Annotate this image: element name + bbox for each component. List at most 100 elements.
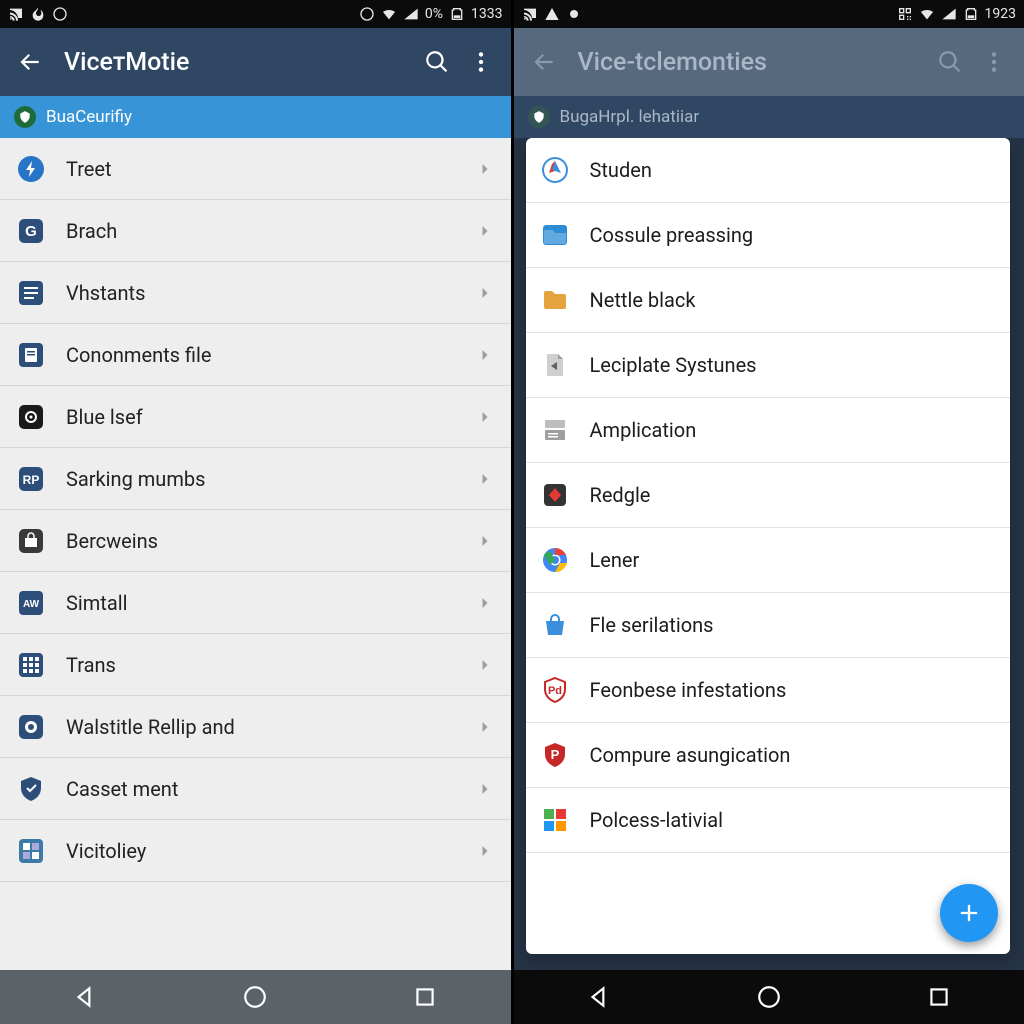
chevron-right-icon (475, 531, 495, 551)
signal-icon (941, 6, 957, 22)
item-label: Sarking mumbs (66, 467, 475, 491)
list-item[interactable]: Cossule preassing (526, 203, 1011, 268)
list-square-icon (16, 278, 46, 308)
battery-icon (449, 6, 465, 22)
list-item[interactable]: Leciplate Systunes (526, 333, 1011, 398)
chevron-right-icon (475, 779, 495, 799)
list-item[interactable]: Trans (0, 634, 511, 696)
item-label: Leciplate Systunes (590, 353, 993, 377)
section-label: BugaНrpl. lehatiiar (560, 107, 700, 127)
list-item[interactable]: Casset ment (0, 758, 511, 820)
cast-icon (8, 6, 24, 22)
nav-bar (514, 970, 1024, 1024)
bolt-circle-icon (16, 154, 46, 184)
compass-icon (540, 155, 570, 185)
list-item[interactable]: Vhstants (0, 262, 511, 324)
list-item[interactable]: Bercweins (0, 510, 511, 572)
section-header[interactable]: BuаCeurifiy (0, 96, 511, 138)
item-label: Feonbese infestations (590, 678, 993, 702)
app-title: Vice-tclemonties (578, 48, 929, 77)
chevron-right-icon (475, 159, 495, 179)
back-button[interactable] (8, 40, 52, 84)
list-item[interactable]: Amplication (526, 398, 1011, 463)
item-label: Redgle (590, 483, 993, 507)
circle-icon (52, 6, 68, 22)
blocks-icon (540, 805, 570, 835)
nav-recent[interactable] (395, 982, 455, 1012)
nav-bar (0, 970, 511, 1024)
list-item[interactable]: Brach (0, 200, 511, 262)
section-header: BugaНrpl. lehatiiar (514, 96, 1024, 138)
list-item[interactable]: Walstitle Rellip and (0, 696, 511, 758)
search-button[interactable] (415, 40, 459, 84)
item-label: Trans (66, 653, 475, 677)
square-g-icon (16, 216, 46, 246)
nav-recent[interactable] (909, 982, 969, 1012)
list-item[interactable]: Nettle black (526, 268, 1011, 333)
list-item[interactable]: Compure asungication (526, 723, 1011, 788)
list-item[interactable]: Feonbese infestations (526, 658, 1011, 723)
list-item[interactable]: Polcess-lativial (526, 788, 1011, 853)
file-square-icon (16, 340, 46, 370)
item-label: Brach (66, 219, 475, 243)
cast-icon (522, 6, 538, 22)
fab-add[interactable] (940, 884, 998, 942)
phone-left: 0% 1333 VicетMotie BuаCeurifiy Treet Brac… (0, 0, 514, 1024)
status-bar: 0% 1333 (0, 0, 511, 28)
overflow-button[interactable] (972, 40, 1016, 84)
search-button[interactable] (928, 40, 972, 84)
chevron-right-icon (475, 593, 495, 613)
item-label: Lener (590, 548, 993, 572)
folder-icon (540, 285, 570, 315)
list-item[interactable]: Sarking mumbs (0, 448, 511, 510)
back-button[interactable] (522, 40, 566, 84)
lens-square-icon (16, 712, 46, 742)
shield-red-icon (540, 675, 570, 705)
phone-right: 1923 Vice-tclemonties BugaНrpl. lehatiia… (514, 0, 1024, 1024)
list-item[interactable]: Blue lsef (0, 386, 511, 448)
item-label: Walstitle Rellip and (66, 715, 475, 739)
list-item[interactable]: Cononments file (0, 324, 511, 386)
aw-square-icon (16, 588, 46, 618)
list-item[interactable]: Vicitoliey (0, 820, 511, 882)
nav-back[interactable] (55, 982, 115, 1012)
list-item[interactable]: Simtall (0, 572, 511, 634)
item-label: Nettle black (590, 288, 993, 312)
signal-icon (403, 6, 419, 22)
server-icon (540, 415, 570, 445)
nav-home[interactable] (225, 982, 285, 1012)
popup-card: Studen Cossule preassing Nettle black Lecip… (526, 138, 1011, 954)
battery-pct: 0% (425, 6, 443, 22)
list-left[interactable]: Treet Brach Vhstants Cononments file Blue ls… (0, 138, 511, 970)
nav-back[interactable] (569, 982, 629, 1012)
status-bar: 1923 (514, 0, 1024, 28)
overflow-button[interactable] (459, 40, 503, 84)
list-item[interactable]: Treet (0, 138, 511, 200)
nav-home[interactable] (739, 982, 799, 1012)
flame-icon (30, 6, 46, 22)
bag-square-icon (16, 526, 46, 556)
list-item[interactable]: Lener (526, 528, 1011, 593)
bag-blue-icon (540, 610, 570, 640)
rp-square-icon (16, 464, 46, 494)
wifi-icon (381, 6, 397, 22)
item-label: Blue lsef (66, 405, 475, 429)
badge-red-icon (540, 740, 570, 770)
app-title: VicетMotie (64, 48, 415, 77)
chrome-icon (540, 545, 570, 575)
doc-arrow-icon (540, 350, 570, 380)
list-item[interactable]: Studen (526, 138, 1011, 203)
chevron-right-icon (475, 221, 495, 241)
section-badge-icon (528, 106, 550, 128)
list-right[interactable]: Studen Cossule preassing Nettle black Lecip… (526, 138, 1011, 954)
list-item[interactable]: Redgle (526, 463, 1011, 528)
item-label: Simtall (66, 591, 475, 615)
list-item[interactable]: Fle serilations (526, 593, 1011, 658)
item-label: Cononments file (66, 343, 475, 367)
item-label: Vhstants (66, 281, 475, 305)
section-badge-icon (14, 106, 36, 128)
item-label: Studen (590, 158, 993, 182)
dot-icon (566, 6, 582, 22)
ring-icon (359, 6, 375, 22)
item-label: Polcess-lativial (590, 808, 993, 832)
